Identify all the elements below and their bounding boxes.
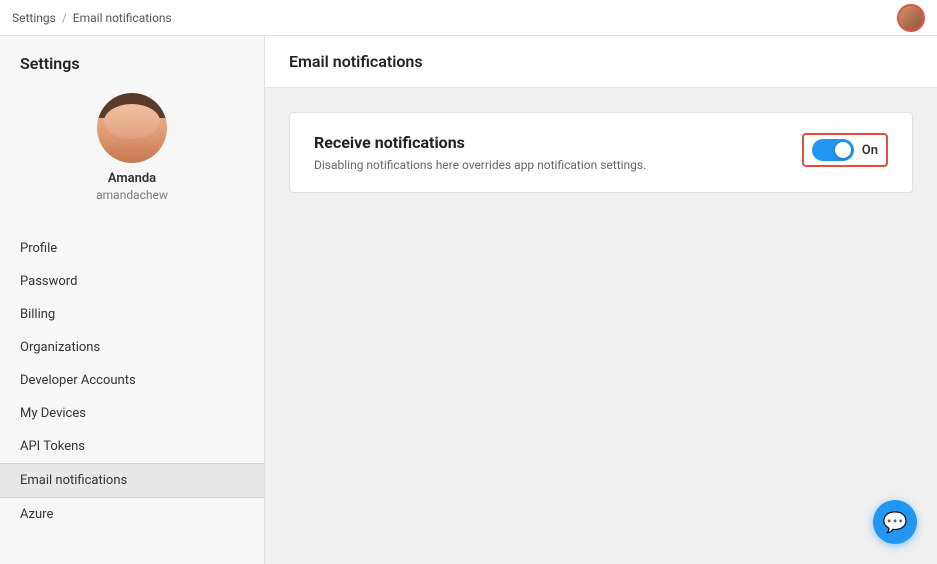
sidebar-nav: Profile Password Billing Organizations D… xyxy=(0,232,264,531)
user-name: Amanda xyxy=(108,171,156,186)
notification-description: Disabling notifications here overrides a… xyxy=(314,158,646,172)
breadcrumb-separator: / xyxy=(62,11,67,25)
sidebar-item-my-devices[interactable]: My Devices xyxy=(0,397,264,430)
toggle-switch[interactable] xyxy=(812,139,854,161)
sidebar-item-password[interactable]: Password xyxy=(0,265,264,298)
sidebar-item-organizations[interactable]: Organizations xyxy=(0,331,264,364)
sidebar-item-api-tokens[interactable]: API Tokens xyxy=(0,430,264,463)
breadcrumb-settings[interactable]: Settings xyxy=(12,11,56,25)
breadcrumb: Settings / Email notifications xyxy=(12,11,172,25)
top-bar: Settings / Email notifications xyxy=(0,0,937,36)
notification-title: Receive notifications xyxy=(314,133,646,152)
breadcrumb-current: Email notifications xyxy=(73,11,172,25)
user-avatar xyxy=(97,93,167,163)
avatar-face-image xyxy=(97,93,167,163)
content-header: Email notifications xyxy=(265,36,937,88)
content-body: Receive notifications Disabling notifica… xyxy=(265,88,937,217)
main-layout: Settings Amanda amandachew Profile Passw… xyxy=(0,36,937,564)
main-content: Email notifications Receive notification… xyxy=(265,36,937,564)
user-section: Amanda amandachew xyxy=(0,83,264,222)
user-handle: amandachew xyxy=(96,188,168,202)
sidebar-item-azure[interactable]: Azure xyxy=(0,498,264,531)
chat-bubble-button[interactable]: 💬 xyxy=(873,500,917,544)
toggle-label: On xyxy=(862,143,878,158)
sidebar-title: Settings xyxy=(0,36,264,83)
notification-card: Receive notifications Disabling notifica… xyxy=(289,112,913,193)
user-avatar-button[interactable] xyxy=(897,4,925,32)
sidebar-item-developer-accounts[interactable]: Developer Accounts xyxy=(0,364,264,397)
sidebar-item-billing[interactable]: Billing xyxy=(0,298,264,331)
notification-card-text: Receive notifications Disabling notifica… xyxy=(314,133,646,172)
toggle-track xyxy=(812,139,854,161)
toggle-container[interactable]: On xyxy=(802,133,888,167)
sidebar: Settings Amanda amandachew Profile Passw… xyxy=(0,36,265,564)
chat-icon: 💬 xyxy=(883,512,908,532)
sidebar-item-profile[interactable]: Profile xyxy=(0,232,264,265)
toggle-thumb xyxy=(835,142,851,158)
avatar-image xyxy=(899,6,923,30)
sidebar-item-email-notifications[interactable]: Email notifications xyxy=(0,463,264,498)
